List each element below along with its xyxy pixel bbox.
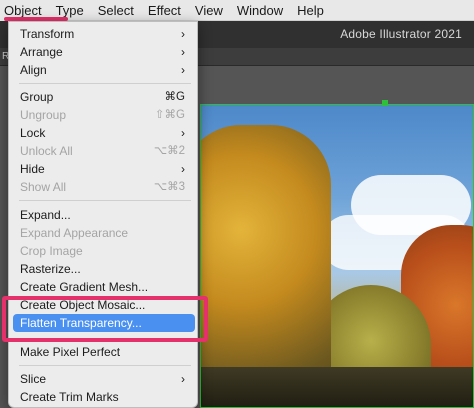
menu-item-unlock-all: Unlock All ⌥⌘2 <box>13 142 195 160</box>
menu-item-ungroup: Ungroup ⇧⌘G <box>13 106 195 124</box>
flatten-transparency-annotation <box>2 296 208 342</box>
menu-item-label: Align <box>20 63 47 77</box>
shortcut: ⇧⌘G <box>154 109 185 121</box>
menu-item-label: Create Trim Marks <box>20 390 119 404</box>
submenu-arrow-icon: › <box>181 372 185 386</box>
menu-item-label: Crop Image <box>20 244 83 258</box>
shortcut: ⌥⌘3 <box>153 181 185 193</box>
menu-view[interactable]: View <box>188 0 230 21</box>
menu-item-label: Rasterize... <box>20 262 81 276</box>
menu-item-arrange[interactable]: Arrange › <box>13 43 195 61</box>
menu-item-rasterize[interactable]: Rasterize... <box>13 260 195 278</box>
menu-item-label: Unlock All <box>20 144 73 158</box>
menu-item-label: Create Gradient Mesh... <box>20 280 149 294</box>
menu-separator <box>19 200 191 201</box>
menu-help[interactable]: Help <box>290 0 331 21</box>
menu-item-show-all: Show All ⌥⌘3 <box>13 178 195 196</box>
menu-item-slice[interactable]: Slice › <box>13 370 195 388</box>
object-menu-dropdown: Transform › Arrange › Align › Group ⌘G Ungro… <box>8 21 198 408</box>
menu-item-align[interactable]: Align › <box>13 61 195 79</box>
submenu-arrow-icon: › <box>181 126 185 140</box>
river <box>201 367 473 407</box>
menu-item-label: Group <box>20 90 54 104</box>
menu-item-label: Arrange <box>20 45 63 59</box>
menu-window[interactable]: Window <box>230 0 290 21</box>
menu-item-create-trim-marks[interactable]: Create Trim Marks <box>13 388 195 406</box>
menu-item-label: Make Pixel Perfect <box>20 345 121 359</box>
menu-item-label: Expand... <box>20 208 71 222</box>
menu-item-label: Ungroup <box>20 108 67 122</box>
menu-item-label: Lock <box>20 126 46 140</box>
menu-item-label: Slice <box>20 372 47 386</box>
app-title: Adobe Illustrator 2021 <box>340 27 462 41</box>
artboard-photo[interactable] <box>200 104 474 408</box>
menu-item-group[interactable]: Group ⌘G <box>13 88 195 106</box>
shortcut: ⌘G <box>164 91 185 103</box>
menu-separator <box>19 365 191 366</box>
menu-effect[interactable]: Effect <box>141 0 188 21</box>
menu-item-label: Expand Appearance <box>20 226 129 240</box>
menu-item-hide[interactable]: Hide › <box>13 160 195 178</box>
submenu-arrow-icon: › <box>181 45 185 59</box>
menu-item-label: Show All <box>20 180 67 194</box>
menu-item-transform[interactable]: Transform › <box>13 25 195 43</box>
menu-separator <box>19 83 191 84</box>
menu-item-lock[interactable]: Lock › <box>13 124 195 142</box>
menu-item-expand[interactable]: Expand... <box>13 206 195 224</box>
menu-item-label: Hide <box>20 162 45 176</box>
submenu-arrow-icon: › <box>181 162 185 176</box>
submenu-arrow-icon: › <box>181 27 185 41</box>
menu-item-crop-image: Crop Image <box>13 242 195 260</box>
submenu-arrow-icon: › <box>181 63 185 77</box>
shortcut: ⌥⌘2 <box>153 145 185 157</box>
menu-item-expand-appearance: Expand Appearance <box>13 224 195 242</box>
selection-handle[interactable] <box>382 100 388 106</box>
menu-item-make-pixel-perfect[interactable]: Make Pixel Perfect <box>13 343 195 361</box>
menu-select[interactable]: Select <box>91 0 141 21</box>
autumn-tree <box>201 125 331 407</box>
menu-item-label: Transform <box>20 27 75 41</box>
menu-item-create-gradient-mesh[interactable]: Create Gradient Mesh... <box>13 278 195 296</box>
menu-bar: Object Type Select Effect View Window He… <box>0 0 474 21</box>
